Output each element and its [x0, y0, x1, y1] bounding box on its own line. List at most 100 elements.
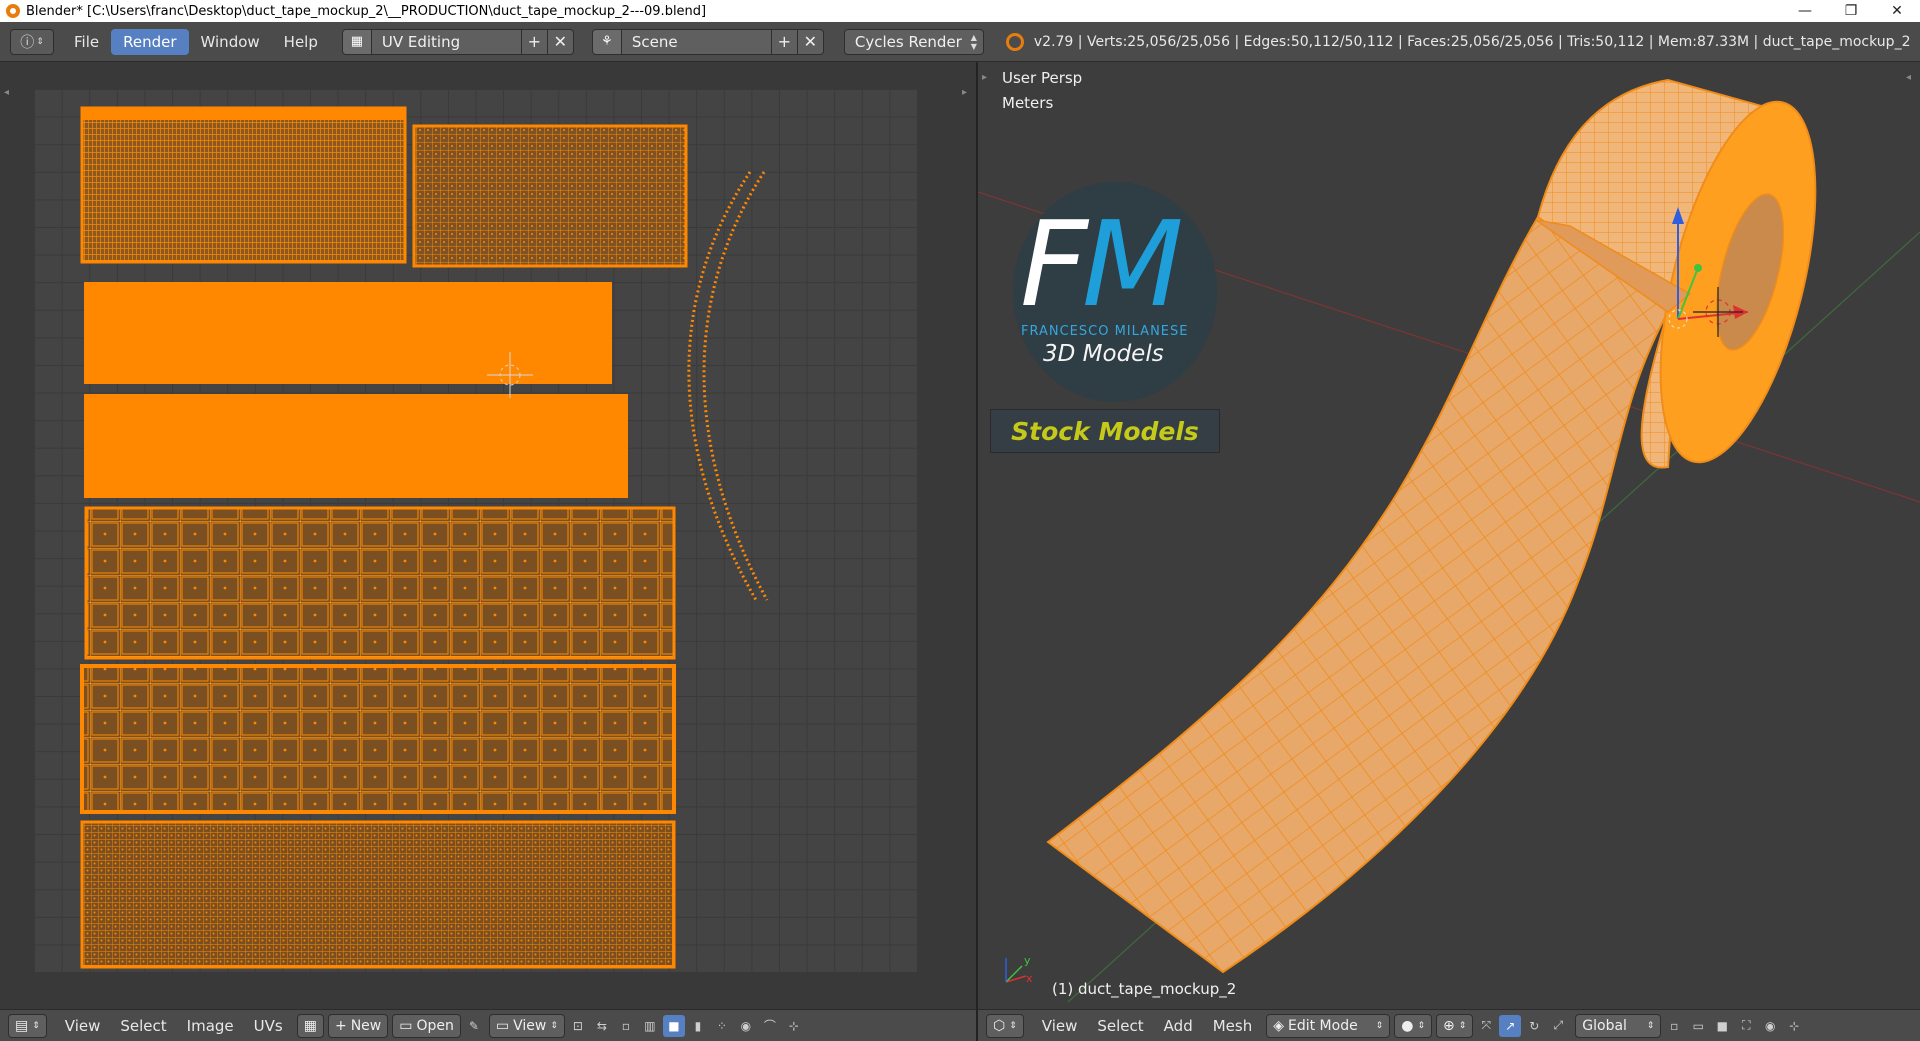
sticky-select-icon[interactable]: ⁘	[711, 1015, 733, 1037]
watermark-logo-name: FRANCESCO MILANESE	[1021, 324, 1189, 339]
scene-statistics: v2.79 | Verts:25,056/25,056 | Edges:50,1…	[1033, 33, 1911, 50]
info-editor-type-button[interactable]: ⓘ ⇕	[10, 28, 54, 55]
vp-menu-select[interactable]: Select	[1087, 1013, 1153, 1039]
uv-island	[80, 664, 676, 814]
screen-layout-selector: ▦ UV Editing + ✕	[341, 28, 574, 55]
uv-image-editor[interactable]: ◂ ▸	[0, 62, 976, 1009]
viewport-shading-select[interactable]: ● ⇕	[1394, 1013, 1432, 1038]
add-scene-button[interactable]: +	[771, 28, 798, 55]
snap-icon[interactable]: ⊹	[1783, 1015, 1805, 1037]
window-title: Blender* [C:\Users\franc\Desktop\duct_ta…	[26, 3, 707, 19]
vp-menu-add[interactable]: Add	[1154, 1013, 1203, 1039]
new-image-label: New	[350, 1017, 382, 1034]
scene-field[interactable]: Scene	[621, 28, 772, 55]
units-label: Meters	[1002, 94, 1054, 112]
uv-editor-header: ▤ ⇕ View Select Image UVs ▦ + New ▭ Open ✎ …	[0, 1009, 976, 1041]
vertex-select-icon[interactable]: ▫	[615, 1015, 637, 1037]
uv-editor-type-button[interactable]: ▤ ⇕	[8, 1013, 47, 1038]
render-engine-value: Cycles Render	[854, 32, 962, 51]
3d-viewport-header: ⬡ ⇕ View Select Add Mesh ◈ Edit Mode ⇕ ● ⇕ ⊕…	[978, 1009, 1920, 1041]
image-editor-icon: ▤	[15, 1017, 29, 1034]
proportional-edit-icon[interactable]: ◉	[1759, 1015, 1781, 1037]
transform-orientation-select[interactable]: Global ⇕	[1575, 1013, 1662, 1038]
close-button[interactable]: ✕	[1874, 0, 1920, 22]
region-expand-arrow-icon[interactable]: ◂	[1906, 72, 1916, 83]
translate-manipulator-icon[interactable]: ↗	[1499, 1014, 1522, 1037]
render-engine-select[interactable]: Cycles Render ▲ ▼	[843, 28, 984, 55]
uv-island	[80, 106, 407, 264]
open-image-button[interactable]: ▭ Open	[392, 1013, 461, 1038]
minimize-button[interactable]: —	[1782, 0, 1828, 22]
edge-select-mode-icon[interactable]: ▭	[1687, 1015, 1709, 1037]
view-mode-icon: ▭	[495, 1017, 510, 1034]
image-browse-button[interactable]: ▦	[296, 1013, 324, 1038]
pivot-point-select[interactable]: ⊕ ⇕	[1435, 1013, 1474, 1038]
remove-layout-button[interactable]: ✕	[547, 28, 574, 55]
updown-arrows-icon: ▲ ▼	[970, 32, 977, 51]
logo-letter-m: M	[1081, 195, 1184, 333]
menu-window[interactable]: Window	[189, 29, 272, 55]
info-icon: ⓘ	[20, 34, 35, 51]
screen-layout-icon[interactable]: ▦	[341, 28, 372, 55]
uv-island-arc	[687, 171, 758, 601]
uv-menu-select[interactable]: Select	[110, 1013, 176, 1039]
image-browse-icon: ▦	[303, 1017, 317, 1034]
uv-menu-uvs[interactable]: UVs	[244, 1013, 293, 1039]
open-image-label: Open	[416, 1017, 454, 1034]
watermark-logo-subtitle: 3D Models	[1043, 341, 1164, 367]
pivot-icon[interactable]: ⊡	[567, 1015, 589, 1037]
add-layout-button[interactable]: +	[521, 28, 548, 55]
folder-icon: ▭	[399, 1017, 413, 1034]
rotate-manipulator-icon[interactable]: ↻	[1523, 1015, 1545, 1037]
manipulator-toggle-icon[interactable]: ⤧	[1475, 1015, 1497, 1037]
pivot-point-icon: ⊕	[1442, 1017, 1455, 1034]
proportional-edit-icon[interactable]: ◉	[735, 1015, 757, 1037]
falloff-icon[interactable]: ⌒	[759, 1015, 781, 1037]
pin-icon[interactable]: ✎	[463, 1015, 485, 1037]
scene-selector: ⚘ Scene + ✕	[591, 28, 824, 55]
updown-arrows-icon: ⇕	[1375, 1020, 1384, 1031]
snap-icon[interactable]: ⊹	[783, 1015, 805, 1037]
edge-select-icon[interactable]: ▥	[639, 1015, 661, 1037]
vp-menu-mesh[interactable]: Mesh	[1203, 1013, 1263, 1039]
face-select-mode-icon[interactable]: ■	[1711, 1015, 1733, 1037]
active-object-label: (1) duct_tape_mockup_2	[1052, 980, 1237, 998]
sync-selection-icon[interactable]: ⇆	[591, 1015, 613, 1037]
uv-island	[84, 506, 676, 660]
uv-view-mode-select[interactable]: ▭ View ⇕	[488, 1013, 565, 1038]
watermark-logo-letters: FM	[1020, 205, 1184, 323]
maximize-button[interactable]: ❐	[1828, 0, 1874, 22]
screen-layout-field[interactable]: UV Editing	[371, 28, 522, 55]
updown-arrows-icon: ⇕	[1646, 1020, 1655, 1031]
island-select-icon[interactable]: ▮	[687, 1015, 709, 1037]
uv-menu-view[interactable]: View	[55, 1013, 111, 1039]
solid-shading-icon: ●	[1401, 1017, 1414, 1034]
interaction-mode-label: Edit Mode	[1288, 1017, 1358, 1034]
face-select-icon[interactable]: ■	[662, 1014, 685, 1037]
updown-arrows-icon: ⇕	[32, 1020, 40, 1031]
window-controls: — ❐ ✕	[1782, 0, 1920, 22]
menu-help[interactable]: Help	[272, 29, 330, 55]
vp-menu-view[interactable]: View	[1032, 1013, 1088, 1039]
view-name-label: User Persp	[1002, 69, 1083, 87]
menu-file[interactable]: File	[62, 29, 111, 55]
scene-icon[interactable]: ⚘	[591, 28, 622, 55]
remove-scene-button[interactable]: ✕	[797, 28, 824, 55]
vertex-select-mode-icon[interactable]: ▫	[1663, 1015, 1685, 1037]
uv-islands	[80, 106, 769, 969]
occlude-geometry-icon[interactable]: ⛶	[1735, 1015, 1757, 1037]
window-titlebar: Blender* [C:\Users\franc\Desktop\duct_ta…	[0, 0, 1920, 22]
new-image-button[interactable]: + New	[327, 1013, 389, 1038]
region-expand-arrow-icon[interactable]: ▸	[982, 72, 992, 83]
menu-render[interactable]: Render	[111, 28, 189, 55]
scale-manipulator-icon[interactable]: ⤢	[1547, 1015, 1569, 1037]
uv-island-arc	[702, 171, 769, 601]
interaction-mode-select[interactable]: ◈ Edit Mode ⇕	[1266, 1013, 1391, 1038]
uv-island-selected	[84, 282, 612, 384]
uv-island	[80, 820, 676, 969]
viewport-editor-type-button[interactable]: ⬡ ⇕	[986, 1013, 1024, 1038]
blender-app-icon	[6, 4, 20, 18]
uv-menu-image[interactable]: Image	[177, 1013, 244, 1039]
plus-icon: +	[334, 1017, 347, 1034]
uv-view-mode-label: View	[513, 1017, 547, 1034]
